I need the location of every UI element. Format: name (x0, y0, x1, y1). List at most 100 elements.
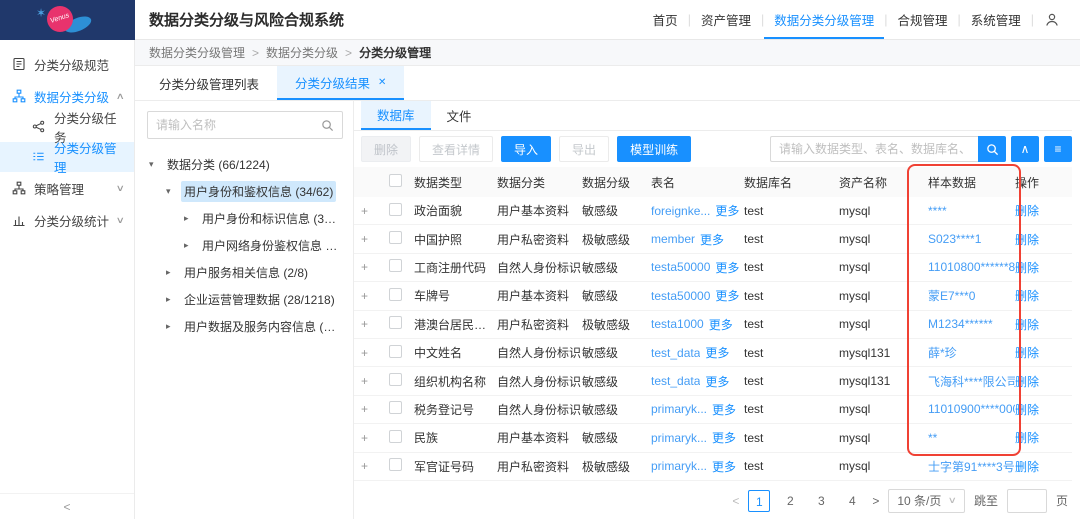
more-link[interactable]: 更多 (705, 344, 729, 361)
more-link[interactable]: 更多 (715, 259, 739, 276)
row-expander[interactable]: + (361, 260, 389, 274)
row-expander[interactable]: + (361, 289, 389, 303)
row-delete-link[interactable]: 删除 (1015, 375, 1039, 389)
row-delete-link[interactable]: 删除 (1015, 318, 1039, 332)
breadcrumb-item[interactable]: 数据分类分级管理 (149, 44, 245, 61)
row-checkbox[interactable] (389, 373, 402, 386)
more-link[interactable]: 更多 (715, 202, 739, 219)
row-checkbox[interactable] (389, 401, 402, 414)
sample-data-link[interactable]: 11010800******8 (928, 260, 1015, 274)
row-delete-link[interactable]: 删除 (1015, 403, 1039, 417)
row-expander[interactable]: + (361, 317, 389, 331)
row-expander[interactable]: + (361, 346, 389, 360)
row-expander[interactable]: + (361, 459, 389, 473)
tab-classify-result[interactable]: 分类分级结果 ✕ (277, 66, 404, 100)
top-nav-link[interactable]: 系统管理 (961, 0, 1031, 39)
select-all-checkbox[interactable] (389, 174, 402, 187)
sidebar-item-manage[interactable]: 分类分级管理 (0, 142, 134, 172)
sidebar-collapse-button[interactable]: < (0, 493, 134, 519)
search-button[interactable] (978, 136, 1006, 162)
row-checkbox[interactable] (389, 203, 402, 216)
table-name-link[interactable]: test_data (651, 346, 700, 360)
chevron-down-icon[interactable]: ∨ (116, 183, 125, 194)
next-page-button[interactable]: > (872, 494, 879, 508)
sample-data-link[interactable]: 士字第91****3号 (928, 460, 1015, 474)
row-checkbox[interactable] (389, 316, 402, 329)
tree-node[interactable]: ▸ 用户网络身份鉴权信息 (0/0) (147, 232, 343, 259)
table-name-link[interactable]: member (651, 232, 695, 246)
tab-database[interactable]: 数据库 (361, 101, 431, 130)
row-delete-link[interactable]: 删除 (1015, 289, 1039, 303)
delete-button[interactable]: 删除 (361, 136, 411, 162)
import-button[interactable]: 导入 (501, 136, 551, 162)
table-name-link[interactable]: testa50000 (651, 260, 710, 274)
top-nav-link[interactable]: 资产管理 (691, 0, 761, 39)
search-icon[interactable] (321, 119, 334, 132)
tree-search-input[interactable] (156, 118, 321, 132)
tree-expand-icon[interactable]: ▸ (166, 267, 181, 278)
top-nav-link[interactable]: 数据分类分级管理 (764, 0, 884, 39)
table-name-link[interactable]: foreignke... (651, 204, 710, 218)
export-button[interactable]: 导出 (559, 136, 609, 162)
row-checkbox[interactable] (389, 430, 402, 443)
column-setting-button[interactable]: ≡ (1044, 136, 1072, 162)
row-checkbox[interactable] (389, 231, 402, 244)
table-search-input[interactable] (770, 136, 978, 162)
row-expander[interactable]: + (361, 232, 389, 246)
row-delete-link[interactable]: 删除 (1015, 431, 1039, 445)
sidebar-item-spec[interactable]: 分类分级规范 (0, 48, 134, 80)
user-menu-button[interactable] (1034, 12, 1066, 28)
tree-node[interactable]: ▸ 用户数据及服务内容信息 (2/8) (147, 313, 343, 340)
row-delete-link[interactable]: 删除 (1015, 261, 1039, 275)
row-checkbox[interactable] (389, 458, 402, 471)
row-checkbox[interactable] (389, 288, 402, 301)
tree-expand-icon[interactable]: ▸ (166, 294, 181, 305)
table-name-link[interactable]: test_data (651, 374, 700, 388)
tree-expand-icon[interactable]: ▸ (166, 321, 181, 332)
sample-data-link[interactable]: 11010900****000 (928, 402, 1015, 416)
sample-data-link[interactable]: 飞海科****限公司 (928, 375, 1015, 389)
chevron-up-icon[interactable]: ∧ (116, 91, 125, 102)
tree-node[interactable]: ▸ 企业运营管理数据 (28/1218) (147, 286, 343, 313)
sidebar-item-strategy[interactable]: 策略管理 ∨ (0, 172, 134, 204)
row-delete-link[interactable]: 删除 (1015, 233, 1039, 247)
sample-data-link[interactable]: **** (928, 204, 947, 218)
row-expander[interactable]: + (361, 204, 389, 218)
tree-node[interactable]: ▸ 用户服务相关信息 (2/8) (147, 259, 343, 286)
sample-data-link[interactable]: M1234****** (928, 317, 993, 331)
tree-expand-icon[interactable]: ▸ (184, 240, 199, 251)
page-number-button[interactable]: 3 (810, 490, 832, 512)
top-nav-link[interactable]: 合规管理 (887, 0, 957, 39)
row-expander[interactable]: + (361, 431, 389, 445)
row-delete-link[interactable]: 删除 (1015, 204, 1039, 218)
tab-manage-list[interactable]: 分类分级管理列表 (141, 66, 277, 100)
table-name-link[interactable]: testa1000 (651, 317, 704, 331)
more-link[interactable]: 更多 (712, 401, 736, 418)
tree-expand-icon[interactable]: ▾ (149, 159, 164, 170)
row-delete-link[interactable]: 删除 (1015, 460, 1039, 474)
sample-data-link[interactable]: 薛*珍 (928, 346, 957, 360)
tab-file[interactable]: 文件 (431, 101, 488, 130)
tree-node[interactable]: ▸ 用户身份和标识信息 (34/62) (147, 205, 343, 232)
table-name-link[interactable]: primaryk... (651, 402, 707, 416)
prev-page-button[interactable]: < (732, 494, 739, 508)
more-link[interactable]: 更多 (715, 287, 739, 304)
top-nav-link[interactable]: 首页 (643, 0, 688, 39)
row-expander[interactable]: + (361, 402, 389, 416)
sidebar-item-stats[interactable]: 分类分级统计 ∨ (0, 204, 134, 236)
tree-expand-icon[interactable]: ▾ (166, 186, 181, 197)
chevron-down-icon[interactable]: ∨ (116, 215, 125, 226)
row-delete-link[interactable]: 删除 (1015, 346, 1039, 360)
row-expander[interactable]: + (361, 374, 389, 388)
more-link[interactable]: 更多 (712, 458, 736, 475)
page-size-select[interactable]: 10 条/页 ∨ (888, 489, 965, 513)
page-number-button[interactable]: 1 (748, 490, 770, 512)
more-link[interactable]: 更多 (712, 429, 736, 446)
tree-expand-icon[interactable]: ▸ (184, 213, 199, 224)
view-detail-button[interactable]: 查看详情 (419, 136, 493, 162)
more-link[interactable]: 更多 (700, 231, 724, 248)
table-name-link[interactable]: primaryk... (651, 459, 707, 473)
sample-data-link[interactable]: ** (928, 431, 937, 445)
sample-data-link[interactable]: S023****1 (928, 232, 981, 246)
row-checkbox[interactable] (389, 345, 402, 358)
